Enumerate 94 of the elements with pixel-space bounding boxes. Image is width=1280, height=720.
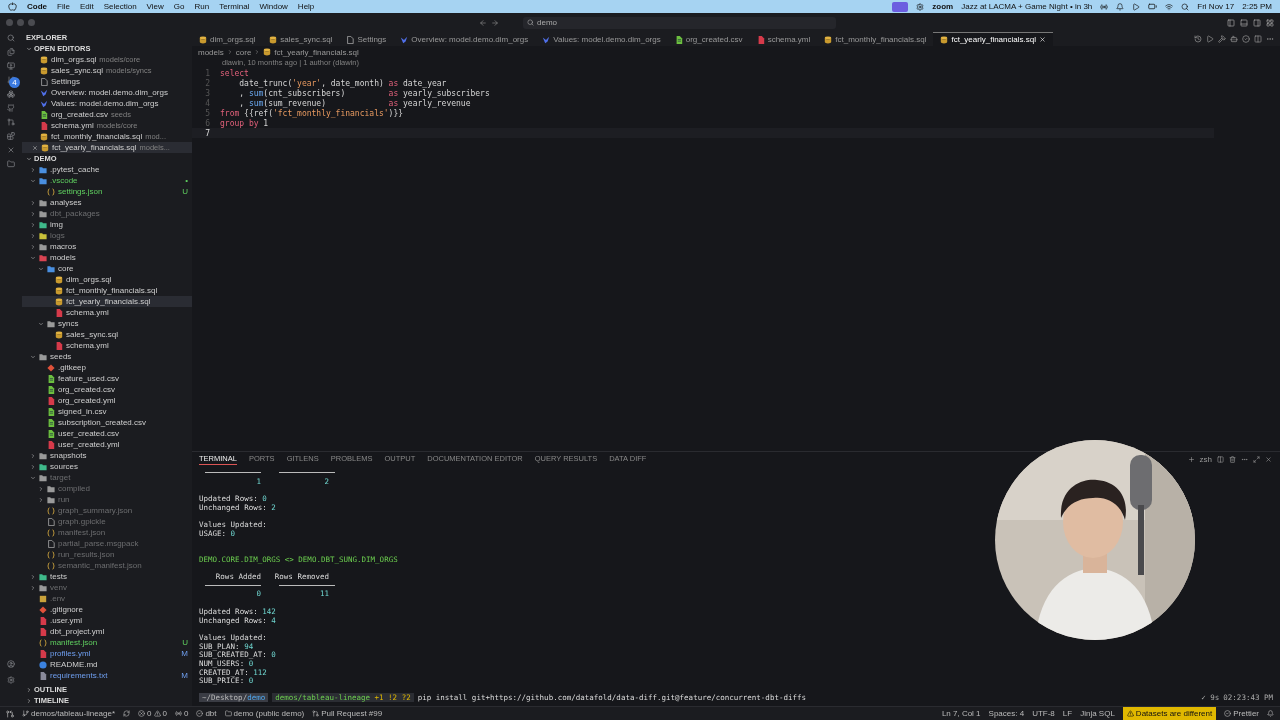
indentation-status[interactable]: Spaces: 4 — [988, 709, 1025, 718]
line-number: 4 — [204, 98, 211, 108]
menu-date[interactable]: Fri Nov 17 — [1197, 2, 1235, 11]
menu-item[interactable]: Terminal — [219, 2, 250, 11]
tree-file[interactable]: .gitkeep — [22, 362, 192, 373]
code-line: group by 1 — [220, 118, 269, 128]
open-editor-item[interactable]: Values: model.demo.dim_orgs — [22, 98, 192, 109]
editor-tab[interactable]: Overview: model.demo.dim_orgs — [393, 32, 536, 46]
code-line: from {{ref('fct_monthly_financials')}} — [220, 108, 404, 118]
git-status: U — [182, 187, 188, 196]
tree-folder[interactable]: macros — [22, 241, 192, 252]
shell-name[interactable]: zsh — [1199, 454, 1212, 464]
breadcrumb-item[interactable]: core — [235, 47, 252, 57]
ports-status[interactable]: 0 — [174, 709, 189, 718]
tree-file[interactable]: org_created.yml — [22, 395, 192, 406]
line-number: 7 — [204, 128, 211, 138]
tree-folder[interactable]: sources — [22, 461, 192, 472]
menu-item[interactable]: File — [57, 2, 70, 11]
tree-file[interactable]: signed_in.csv — [22, 406, 192, 417]
editor-tab[interactable]: dim_orgs.sql — [192, 32, 263, 46]
tree-file[interactable]: dim_orgs.sql — [22, 274, 192, 285]
menu-item[interactable]: Run — [194, 2, 210, 11]
menu-item[interactable]: Window — [259, 2, 288, 11]
line-number: 1 — [204, 68, 211, 78]
tree-file[interactable]: fct_monthly_financials.sql — [22, 285, 192, 296]
count-badge: 4 — [9, 77, 20, 88]
tree-file[interactable]: schema.yml — [22, 340, 192, 351]
code-line: date_trunc('year', date_month) as date_year — [238, 78, 447, 88]
language-status[interactable]: Jinja SQL — [1080, 709, 1115, 718]
encoding-status[interactable]: UTF-8 — [1032, 709, 1055, 718]
tree-file[interactable]: requirements.txt M — [22, 670, 192, 681]
tree-file[interactable]: .gitignore — [22, 604, 192, 615]
dbt-status[interactable]: dbt — [196, 709, 217, 718]
project-status[interactable]: demo (public demo) — [224, 709, 305, 718]
tree-folder[interactable]: syncs — [22, 318, 192, 329]
tree-file[interactable]: sales_sync.sql — [22, 329, 192, 340]
menu-item[interactable]: Edit — [79, 2, 94, 11]
tree-file[interactable]: dbt_project.yml — [22, 626, 192, 637]
editor-tab[interactable]: Values: model.demo.dim_orgs — [535, 32, 668, 46]
eol-status[interactable]: LF — [1062, 709, 1073, 718]
formatter-status[interactable]: Prettier — [1224, 709, 1259, 718]
zoom-menu-label[interactable]: zoom — [932, 2, 954, 11]
open-editor-item[interactable]: Settings — [22, 76, 192, 87]
menu-item[interactable]: Go — [173, 2, 185, 11]
tree-folder[interactable]: models — [22, 252, 192, 263]
tree-file[interactable]: subscription_created.csv — [22, 417, 192, 428]
calendar-event[interactable]: Jazz at LACMA + Game Night • in 3h — [961, 2, 1093, 11]
breadcrumb-item[interactable]: models — [198, 47, 224, 57]
tree-file[interactable]: user_created.csv — [22, 428, 192, 439]
git-status: U — [182, 638, 188, 647]
open-editor-item[interactable]: Overview: model.demo.dim_orgs — [22, 87, 192, 98]
tree-folder[interactable]: core — [22, 263, 192, 274]
tree-folder[interactable]: img — [22, 219, 192, 230]
tree-folder[interactable]: seeds — [22, 351, 192, 362]
tree-file[interactable]: manifest.json U — [22, 637, 192, 648]
tree-file[interactable]: fct_yearly_financials.sql — [22, 296, 192, 307]
menu-app-name[interactable]: Code — [27, 2, 47, 11]
editor-tab[interactable]: Settings — [339, 32, 394, 46]
tree-file[interactable]: .user.yml — [22, 615, 192, 626]
branch-status[interactable]: demos/tableau-lineage* — [22, 709, 116, 718]
git-status: M — [181, 649, 188, 658]
git-status: M — [181, 671, 188, 680]
menu-item[interactable]: Selection — [103, 2, 137, 11]
tree-file[interactable]: org_created.csv — [22, 384, 192, 395]
code-line: select — [220, 68, 249, 78]
problems-status[interactable]: 0 0 — [138, 709, 167, 718]
breadcrumb-item[interactable]: fct_yearly_financials.sql — [274, 47, 359, 57]
tree-file[interactable]: profiles.yml M — [22, 648, 192, 659]
tree-file[interactable]: user_created.yml — [22, 439, 192, 450]
git-status: • — [185, 176, 188, 185]
menu-item[interactable]: View — [146, 2, 164, 11]
tree-folder[interactable]: analyses — [22, 197, 192, 208]
editor-tab[interactable]: org_created.csv — [667, 32, 750, 46]
cursor-position[interactable]: Ln 7, Col 1 — [941, 709, 981, 718]
tree-file[interactable]: feature_used.csv — [22, 373, 192, 384]
tree-file[interactable]: schema.yml — [22, 307, 192, 318]
datasets-alert[interactable]: Datasets are different — [1122, 707, 1217, 720]
editor-tab[interactable]: fct_monthly_financials.sql — [817, 32, 934, 46]
tree-folder[interactable]: tests — [22, 571, 192, 582]
menu-item[interactable]: Help — [297, 2, 315, 11]
code-line: , sum(sum_revenue) as yearly_revenue — [238, 98, 471, 108]
editor-tab[interactable]: sales_sync.sql — [262, 32, 340, 46]
tree-folder[interactable]: .vscode • — [22, 175, 192, 186]
tree-file[interactable]: settings.json U — [22, 186, 192, 197]
tree-folder[interactable]: .pytest_cache — [22, 164, 192, 175]
editor-tab[interactable]: schema.yml — [749, 32, 818, 46]
editor-tab[interactable]: fct_yearly_financials.sql — [933, 32, 1053, 46]
line-number: 2 — [204, 78, 211, 88]
pull-request-status[interactable]: Pull Request #99 — [312, 709, 383, 718]
tree-file[interactable]: README.md — [22, 659, 192, 670]
menu-clock[interactable]: 2:25 PM — [1242, 2, 1272, 11]
tree-folder[interactable]: snapshots — [22, 450, 192, 461]
command-search-field[interactable]: demo — [523, 16, 836, 29]
code-line: , sum(cnt_subscribers) as yearly_subscribers — [238, 88, 490, 98]
